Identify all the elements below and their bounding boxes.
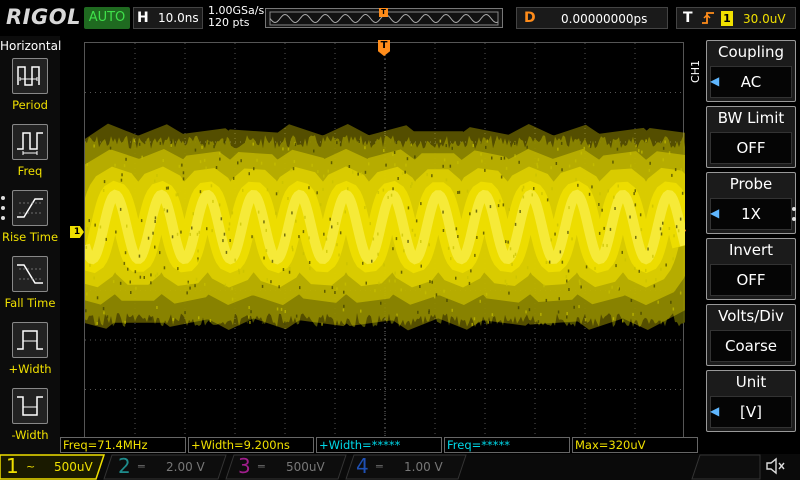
rise-time-label: Rise Time (1, 230, 59, 244)
rise-time-icon (12, 190, 48, 226)
delay-value: 0.00000000ps (561, 12, 648, 26)
unit-value: [V] (710, 396, 792, 428)
negative-width-icon (12, 388, 48, 424)
fall-time-icon (12, 256, 48, 292)
probe-value: 1X (710, 198, 792, 230)
volts-div-value: Coarse (710, 330, 792, 362)
measure-fall-time[interactable]: Fall Time (0, 254, 60, 316)
rising-edge-icon (701, 11, 715, 29)
measurement-item[interactable]: +Width=***** (316, 437, 442, 453)
bw-limit-value: OFF (710, 132, 792, 164)
channel2-status[interactable]: 2 ═ 2.00 V (118, 454, 214, 478)
measurement-results-bar: Freq=71.4MHz +Width=9.200ns +Width=*****… (60, 437, 700, 453)
measurement-item[interactable]: Max=320uV (572, 437, 698, 453)
timebase-box[interactable]: H 10.0ns (133, 7, 203, 29)
coupling-arrow-icon: ◀ (710, 74, 720, 88)
run-state-badge[interactable]: AUTO (84, 7, 130, 29)
dc-coupling-icon: ═ (138, 460, 145, 473)
unit-softkey[interactable]: Unit [V] ◀ (706, 370, 796, 432)
top-status-bar: RIGOL AUTO H 10.0ns 1.00GSa/s 120 pts T … (0, 0, 800, 36)
fall-time-label: Fall Time (4, 296, 56, 310)
measure-rise-time[interactable]: Rise Time (0, 188, 60, 250)
graticule-and-trace (85, 43, 685, 439)
probe-softkey[interactable]: Probe 1X ◀ (706, 172, 796, 234)
frequency-icon (12, 124, 48, 160)
dc-coupling-icon: ═ (258, 460, 265, 473)
channel4-status[interactable]: 4 ═ 1.00 V (356, 454, 452, 478)
invert-value: OFF (710, 264, 792, 296)
channel1-number: 1 (6, 454, 19, 478)
coupling-softkey[interactable]: Coupling AC ◀ (706, 40, 796, 102)
measure-frequency[interactable]: Freq (0, 122, 60, 184)
channel4-scale: 1.00 V (404, 460, 443, 474)
positive-width-icon (12, 322, 48, 358)
coupling-title: Coupling (717, 43, 785, 61)
measure-menu-title: Horizontal (0, 39, 62, 53)
speaker-muted-icon[interactable] (764, 456, 788, 476)
trigger-source-badge: 1 (721, 11, 733, 26)
channel3-status[interactable]: 3 ═ 500uV (238, 454, 334, 478)
invert-title: Invert (728, 241, 774, 259)
delay-label: D (524, 10, 536, 26)
channel-tab: CH1 (689, 60, 702, 83)
trigger-box[interactable]: T 1 30.0uV (676, 7, 796, 29)
frequency-label: Freq (17, 164, 43, 178)
measurement-item[interactable]: Freq=***** (444, 437, 570, 453)
measure-period[interactable]: Period (0, 56, 60, 118)
menu-page-indicator-right (792, 207, 797, 227)
memory-window-overview[interactable]: T (265, 8, 503, 28)
memory-trigger-marker: T (379, 8, 388, 17)
bw-limit-softkey[interactable]: BW Limit OFF (706, 106, 796, 168)
period-icon (12, 58, 48, 94)
measure-positive-width[interactable]: +Width (0, 320, 60, 382)
unit-arrow-icon: ◀ (710, 404, 720, 418)
invert-softkey[interactable]: Invert OFF (706, 238, 796, 300)
channel3-scale: 500uV (286, 460, 325, 474)
acquisition-info: 1.00GSa/s 120 pts (208, 5, 264, 29)
channel1-offset-marker[interactable]: 1 (70, 226, 84, 238)
trigger-level-value: 30.0uV (743, 12, 786, 26)
channel4-number: 4 (356, 454, 369, 478)
measurement-item[interactable]: Freq=71.4MHz (60, 437, 186, 453)
positive-width-label: +Width (8, 362, 52, 376)
probe-title: Probe (729, 175, 773, 193)
delay-box[interactable]: D 0.00000000ps (516, 7, 668, 29)
volts-div-title: Volts/Div (718, 307, 784, 325)
measure-menu: Horizontal Period Freq Rise Time Fall Ti… (0, 36, 62, 454)
channel2-number: 2 (118, 454, 131, 478)
trigger-label: T (683, 10, 693, 26)
channel2-scale: 2.00 V (166, 460, 205, 474)
memory-depth: 120 pts (208, 16, 250, 29)
probe-arrow-icon: ◀ (710, 206, 720, 220)
unit-title: Unit (735, 373, 767, 391)
horizontal-label: H (137, 10, 149, 26)
waveform-display[interactable] (84, 42, 685, 439)
measure-negative-width[interactable]: -Width (0, 386, 60, 448)
channel3-number: 3 (238, 454, 251, 478)
dc-coupling-icon: ═ (376, 460, 383, 473)
channel1-status[interactable]: 1 ~ 500uV (6, 454, 96, 478)
channel-status-bar: 1 ~ 500uV 2 ═ 2.00 V 3 ═ 500uV 4 ═ 1.00 … (0, 454, 800, 480)
brand-logo: RIGOL (6, 5, 81, 29)
negative-width-label: -Width (11, 428, 49, 442)
period-label: Period (12, 98, 48, 112)
ac-coupling-icon: ~ (26, 460, 36, 473)
bw-limit-title: BW Limit (717, 109, 785, 127)
channel1-scale: 500uV (54, 460, 93, 474)
measurement-item[interactable]: +Width=9.200ns (188, 437, 314, 453)
timebase-value: 10.0ns (158, 11, 199, 25)
coupling-value: AC (710, 66, 792, 98)
volts-div-softkey[interactable]: Volts/Div Coarse (706, 304, 796, 366)
